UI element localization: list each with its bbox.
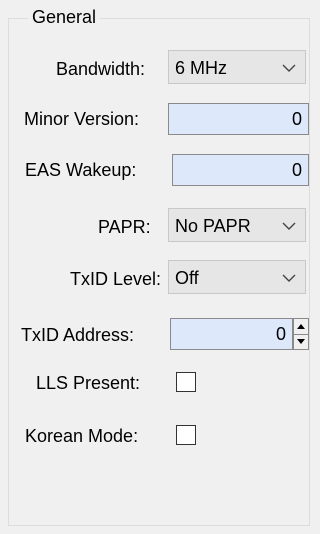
minor-version-label: Minor Version:: [24, 109, 140, 129]
chevron-down-icon: [282, 222, 296, 230]
txid-address-label: TxID Address:: [21, 325, 135, 345]
txid-address-spinner[interactable]: [293, 318, 309, 350]
txid-address-value: 0: [275, 324, 286, 344]
group-title: General: [28, 6, 101, 28]
korean-mode-checkbox[interactable]: [176, 425, 196, 445]
chevron-down-icon: [282, 274, 296, 282]
papr-value: No PAPR: [175, 216, 251, 236]
spin-up-icon[interactable]: [294, 319, 308, 335]
txid-address-input[interactable]: 0: [170, 318, 293, 350]
txid-level-value: Off: [175, 268, 199, 288]
lls-present-label: LLS Present:: [36, 373, 141, 393]
lls-present-checkbox[interactable]: [176, 372, 196, 392]
chevron-down-icon: [282, 64, 296, 72]
minor-version-input[interactable]: 0: [168, 103, 309, 135]
papr-dropdown[interactable]: No PAPR: [168, 208, 306, 242]
minor-version-value: 0: [291, 109, 302, 129]
bandwidth-label: Bandwidth:: [56, 59, 146, 79]
papr-label: PAPR:: [98, 217, 151, 237]
bandwidth-value: 6 MHz: [175, 58, 228, 78]
eas-wakeup-value: 0: [291, 160, 302, 180]
bandwidth-dropdown[interactable]: 6 MHz: [168, 50, 306, 84]
txid-level-dropdown[interactable]: Off: [168, 260, 306, 294]
eas-wakeup-label: EAS Wakeup:: [25, 160, 137, 180]
eas-wakeup-input[interactable]: 0: [172, 154, 309, 186]
korean-mode-label: Korean Mode:: [25, 426, 139, 446]
txid-level-label: TxID Level:: [70, 269, 162, 289]
spin-down-icon[interactable]: [294, 334, 308, 349]
